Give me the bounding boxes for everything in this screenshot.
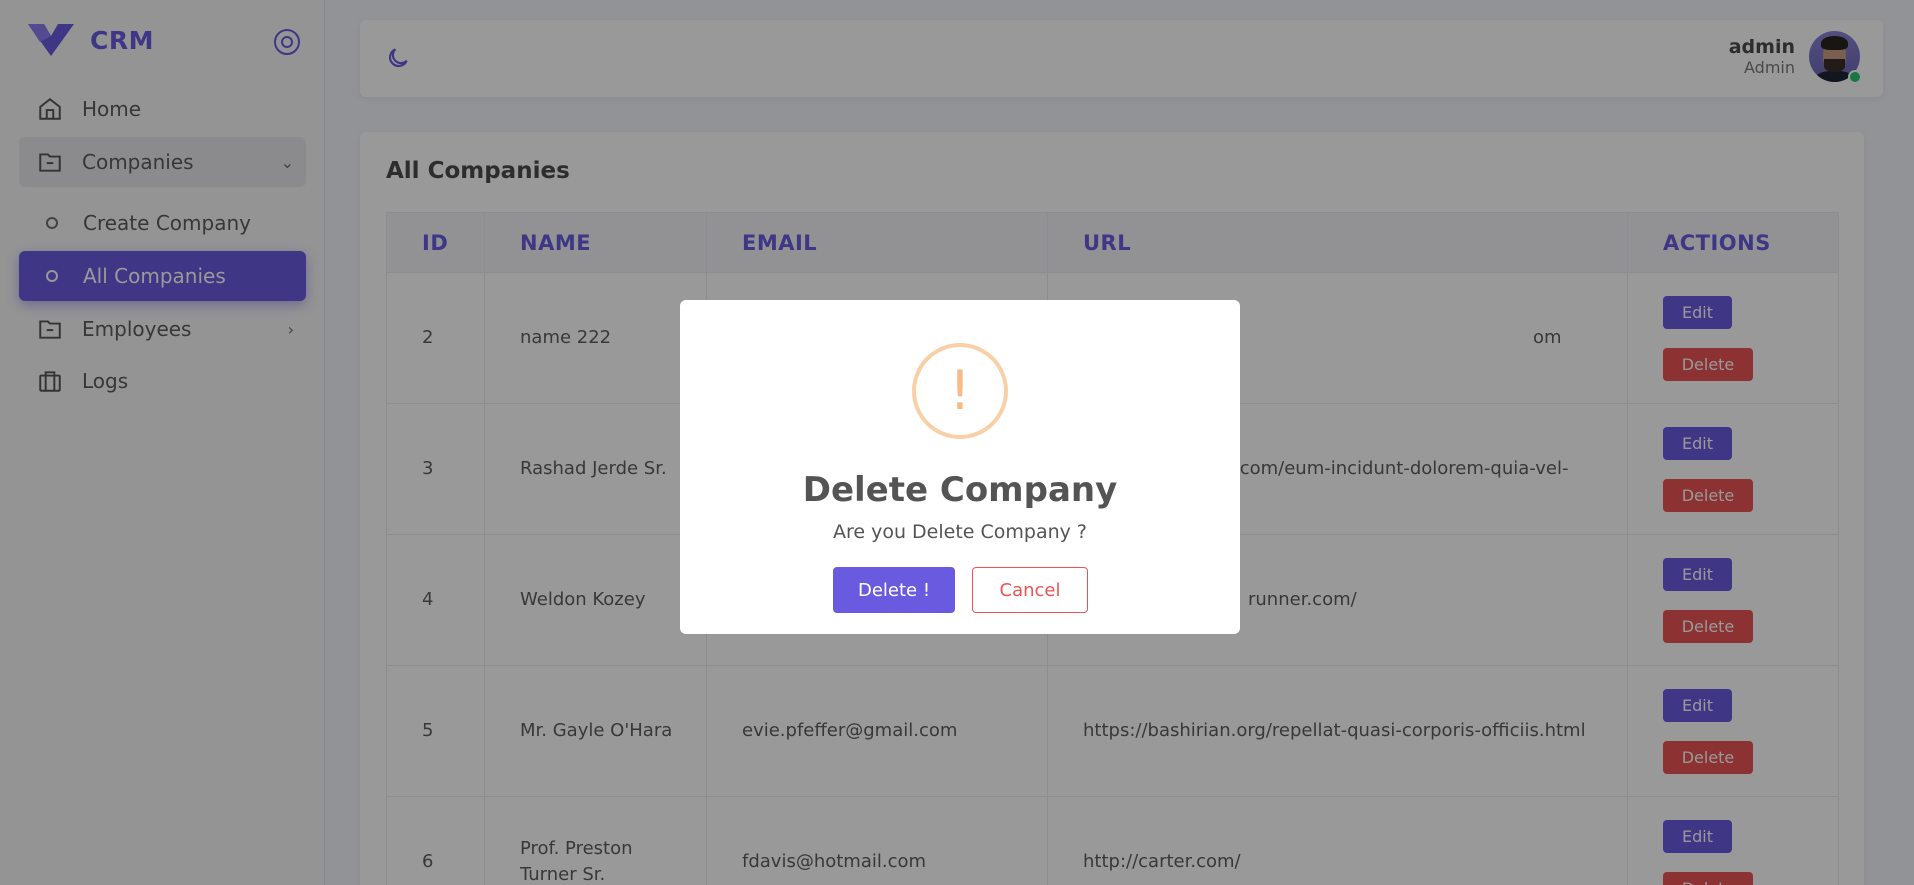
dialog-message: Are you Delete Company ? — [832, 521, 1088, 543]
delete-confirm-dialog: ! Delete Company Are you Delete Company … — [680, 300, 1240, 634]
cancel-button[interactable]: Cancel — [972, 567, 1088, 613]
warning-icon: ! — [912, 343, 1008, 439]
confirm-delete-button[interactable]: Delete ! — [833, 567, 955, 613]
dialog-title: Delete Company — [802, 470, 1118, 510]
